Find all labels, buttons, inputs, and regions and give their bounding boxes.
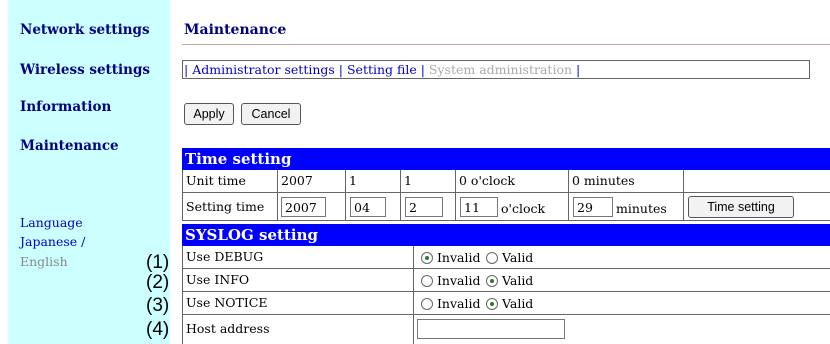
info-invalid-option[interactable]: Invalid xyxy=(421,273,480,288)
syslog-info-label: Use INFO xyxy=(183,269,414,291)
debug-invalid-option[interactable]: Invalid xyxy=(421,250,480,265)
unit-time-label: Unit time xyxy=(183,170,278,192)
setting-hour-cell: o'clock xyxy=(456,193,569,220)
host-address-cell xyxy=(414,315,830,344)
syslog-info-options: Invalid Valid xyxy=(414,269,830,291)
debug-valid-option[interactable]: Valid xyxy=(486,250,533,265)
tab-administrator-settings[interactable]: Administrator settings xyxy=(192,62,335,77)
language-japanese-link[interactable]: Japanese xyxy=(20,234,77,249)
setting-day-cell xyxy=(401,193,456,220)
nav-maintenance[interactable]: Maintenance xyxy=(20,138,119,154)
notice-invalid-option[interactable]: Invalid xyxy=(421,296,480,311)
info-invalid-label: Invalid xyxy=(436,273,481,288)
callout-4: (4) xyxy=(146,319,170,340)
oclock-label: o'clock xyxy=(501,201,546,216)
info-valid-radio[interactable] xyxy=(486,275,498,287)
language-label: Language xyxy=(20,215,83,230)
apply-button[interactable]: Apply xyxy=(184,103,234,125)
syslog-setting-header: SYSLOG setting xyxy=(182,224,830,246)
notice-valid-option[interactable]: Valid xyxy=(486,296,533,311)
title-divider xyxy=(182,44,830,45)
notice-invalid-label: Invalid xyxy=(436,296,481,311)
debug-invalid-label: Invalid xyxy=(436,250,481,265)
setting-time-label: Setting time xyxy=(183,193,278,220)
host-address-label: Host address xyxy=(183,315,414,344)
setting-month-cell xyxy=(346,193,401,220)
notice-valid-radio[interactable] xyxy=(486,298,498,310)
notice-invalid-radio[interactable] xyxy=(421,298,433,310)
nav-network-settings[interactable]: Network settings xyxy=(20,22,150,38)
syslog-notice-row: Use NOTICE Invalid Valid xyxy=(182,292,830,315)
tab-bar: | Administrator settings | Setting file … xyxy=(182,60,810,79)
callout-3: (3) xyxy=(146,295,170,316)
syslog-notice-label: Use NOTICE xyxy=(183,292,414,314)
tab-system-administration: System administration xyxy=(428,62,573,77)
minutes-label: minutes xyxy=(616,201,667,216)
language-line: Japanese / xyxy=(20,234,85,249)
nav-wireless-settings[interactable]: Wireless settings xyxy=(20,62,150,78)
language-separator: / xyxy=(77,234,86,249)
tab-setting-file[interactable]: Setting file xyxy=(347,62,417,77)
info-valid-label: Valid xyxy=(501,273,534,288)
debug-invalid-radio[interactable] xyxy=(421,252,433,264)
syslog-host-row: Host address xyxy=(182,315,830,344)
callout-1: (1) xyxy=(146,252,170,273)
debug-valid-label: Valid xyxy=(501,250,534,265)
host-address-input[interactable] xyxy=(417,319,565,339)
tab-separator: | xyxy=(334,62,347,77)
time-setting-button[interactable]: Time setting xyxy=(688,196,794,218)
syslog-notice-options: Invalid Valid xyxy=(414,292,830,314)
unit-time-empty-cell xyxy=(684,170,830,192)
cancel-button[interactable]: Cancel xyxy=(241,103,301,125)
unit-time-row: Unit time 2007 1 1 0 o'clock 0 minutes xyxy=(182,170,830,193)
setting-minute-input[interactable] xyxy=(573,197,613,217)
tab-prefix: | xyxy=(184,62,193,77)
tab-separator: | xyxy=(416,62,429,77)
unit-time-hour: 0 o'clock xyxy=(456,170,569,192)
setting-year-cell xyxy=(278,193,346,220)
notice-valid-label: Valid xyxy=(501,296,534,311)
page-title: Maintenance xyxy=(184,22,287,38)
syslog-info-row: Use INFO Invalid Valid xyxy=(182,269,830,292)
unit-time-month: 1 xyxy=(346,170,401,192)
info-valid-option[interactable]: Valid xyxy=(486,273,533,288)
unit-time-year: 2007 xyxy=(278,170,346,192)
setting-time-row: Setting time o'clock minutes Time settin… xyxy=(182,193,830,221)
unit-time-minutes: 0 minutes xyxy=(569,170,684,192)
syslog-debug-options: Invalid Valid xyxy=(414,246,830,268)
setting-day-input[interactable] xyxy=(405,197,443,217)
syslog-debug-label: Use DEBUG xyxy=(183,246,414,268)
setting-year-input[interactable] xyxy=(281,197,326,217)
time-setting-header: Time setting xyxy=(182,148,830,170)
unit-time-day: 1 xyxy=(401,170,456,192)
setting-hour-input[interactable] xyxy=(460,197,498,217)
time-setting-button-cell: Time setting xyxy=(684,193,830,220)
info-invalid-radio[interactable] xyxy=(421,275,433,287)
tab-suffix: | xyxy=(572,62,581,77)
nav-information[interactable]: Information xyxy=(20,99,111,115)
language-english: English xyxy=(20,254,68,269)
setting-month-input[interactable] xyxy=(350,197,386,217)
callout-2: (2) xyxy=(146,272,170,293)
setting-minute-cell: minutes xyxy=(569,193,684,220)
debug-valid-radio[interactable] xyxy=(486,252,498,264)
syslog-debug-row: Use DEBUG Invalid Valid xyxy=(182,246,830,269)
